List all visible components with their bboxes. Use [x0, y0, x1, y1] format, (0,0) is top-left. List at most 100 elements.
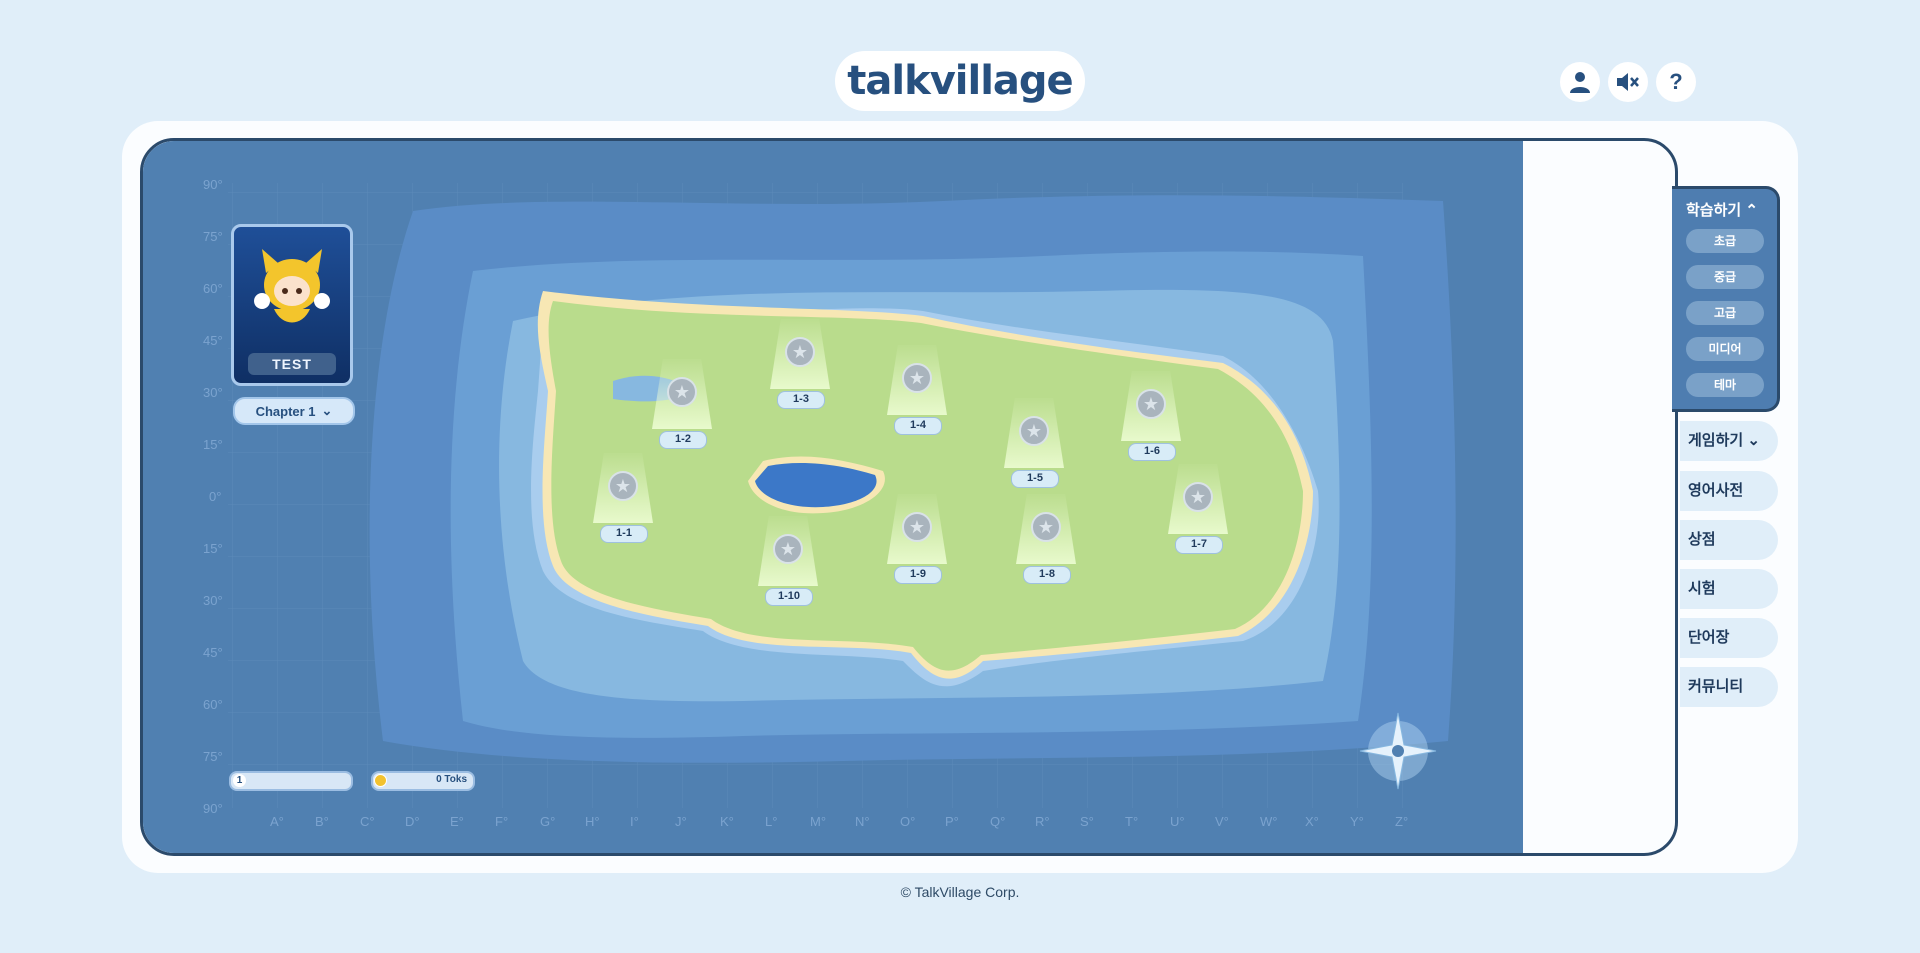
map-frame: 90° 75° 60° 45° 30° 15° 0° 15° 30° 45° 6… — [140, 138, 1678, 856]
menu-item-shop[interactable]: 상점 — [1680, 520, 1778, 560]
stage-marker[interactable]: ★ 1-4 — [887, 345, 947, 435]
stage-marker[interactable]: ★ 1-5 — [1004, 398, 1064, 488]
learn-menu-toggle[interactable]: 학습하기 ⌃ — [1686, 199, 1758, 220]
coin-count: 0 Toks — [436, 774, 467, 785]
stage-marker[interactable]: ★ 1-10 — [758, 516, 818, 606]
stage-marker[interactable]: ★ 1-9 — [887, 494, 947, 584]
star-icon: ★ — [785, 337, 815, 367]
stage-label: 1-9 — [894, 566, 942, 584]
lat-label: 60° — [203, 281, 223, 296]
stage-label: 1-5 — [1011, 470, 1059, 488]
learn-title: 학습하기 — [1686, 202, 1742, 219]
stage-marker[interactable]: ★ 1-7 — [1168, 464, 1228, 554]
chevron-up-icon: ⌃ — [1745, 202, 1758, 219]
world-map: 90° 75° 60° 45° 30° 15° 0° 15° 30° 45° 6… — [143, 141, 1523, 853]
lat-label: 15° — [203, 541, 223, 556]
lon-label: R° — [1035, 814, 1050, 829]
lon-label: K° — [720, 814, 734, 829]
star-icon: ★ — [902, 512, 932, 542]
lat-label: 30° — [203, 385, 223, 400]
lon-label: S° — [1080, 814, 1094, 829]
lon-label: T° — [1125, 814, 1139, 829]
level-bar: 1 — [229, 771, 353, 791]
lon-label: N° — [855, 814, 870, 829]
star-icon: ★ — [667, 377, 697, 407]
chapter-label: Chapter 1 — [255, 403, 316, 419]
lon-label: B° — [315, 814, 329, 829]
learn-item-media[interactable]: 미디어 — [1686, 337, 1764, 361]
lon-label: I° — [630, 814, 639, 829]
stage-label: 1-2 — [659, 431, 707, 449]
help-icon[interactable]: ? — [1656, 62, 1696, 102]
stage-marker[interactable]: ★ 1-1 — [593, 453, 653, 543]
star-icon: ★ — [902, 363, 932, 393]
star-icon: ★ — [773, 534, 803, 564]
lat-label: 45° — [203, 333, 223, 348]
lon-label: M° — [810, 814, 827, 829]
lon-label: Q° — [990, 814, 1006, 829]
user-icon[interactable] — [1560, 62, 1600, 102]
character-card[interactable]: TEST — [231, 224, 353, 386]
stage-label: 1-3 — [777, 391, 825, 409]
game-menu[interactable]: 게임하기 ⌄ — [1680, 421, 1778, 461]
coin-bar: 0 Toks — [371, 771, 475, 791]
lon-label: C° — [360, 814, 375, 829]
lon-label: Y° — [1350, 814, 1364, 829]
card-label: TEST — [248, 353, 336, 375]
level-number: 1 — [233, 774, 246, 787]
lon-label: F° — [495, 814, 509, 829]
stage-label: 1-1 — [600, 525, 648, 543]
lat-label: 30° — [203, 593, 223, 608]
lat-label: 90° — [203, 801, 223, 816]
lon-label: L° — [765, 814, 778, 829]
learn-item-theme[interactable]: 테마 — [1686, 373, 1764, 397]
logo-pill[interactable]: talkvillage — [835, 51, 1085, 111]
stage-label: 1-8 — [1023, 566, 1071, 584]
lon-label: P° — [945, 814, 959, 829]
lon-label: H° — [585, 814, 600, 829]
character-avatar — [254, 249, 330, 323]
lon-label: V° — [1215, 814, 1229, 829]
menu-item-exam[interactable]: 시험 — [1680, 569, 1778, 609]
menu-item-dictionary[interactable]: 영어사전 — [1680, 471, 1778, 511]
lon-label: J° — [675, 814, 687, 829]
stage-marker[interactable]: ★ 1-6 — [1121, 371, 1181, 461]
star-icon: ★ — [1136, 389, 1166, 419]
coin-icon — [374, 774, 387, 787]
copyright: © TalkVillage Corp. — [900, 884, 1020, 900]
lat-label: 75° — [203, 749, 223, 764]
lat-label: 75° — [203, 229, 223, 244]
star-icon: ★ — [1031, 512, 1061, 542]
mute-icon[interactable] — [1608, 62, 1648, 102]
star-icon: ★ — [608, 471, 638, 501]
menu-item-community[interactable]: 커뮤니티 — [1680, 667, 1778, 707]
learn-item-beginner[interactable]: 초급 — [1686, 229, 1764, 253]
stage-label: 1-7 — [1175, 536, 1223, 554]
menu-item-wordbook[interactable]: 단어장 — [1680, 618, 1778, 658]
learn-item-intermediate[interactable]: 중급 — [1686, 265, 1764, 289]
game-label: 게임하기 — [1688, 432, 1744, 449]
star-icon: ★ — [1183, 482, 1213, 512]
chevron-down-icon: ⌄ — [1747, 432, 1760, 449]
learn-menu: 학습하기 ⌃ 초급 중급 고급 미디어 테마 — [1672, 186, 1780, 412]
lon-label: W° — [1260, 814, 1278, 829]
chevron-down-icon: ⌄ — [321, 403, 333, 418]
top-icon-bar: ? — [1560, 62, 1696, 102]
lon-label: X° — [1305, 814, 1319, 829]
lon-label: G° — [540, 814, 556, 829]
stage-marker[interactable]: ★ 1-3 — [770, 319, 830, 409]
stage-label: 1-10 — [765, 588, 813, 606]
lat-label: 0° — [209, 489, 222, 504]
lat-label: 45° — [203, 645, 223, 660]
lon-label: U° — [1170, 814, 1185, 829]
logo: talkvillage — [847, 58, 1073, 104]
lon-label: E° — [450, 814, 464, 829]
learn-item-advanced[interactable]: 고급 — [1686, 301, 1764, 325]
chapter-select[interactable]: Chapter 1 ⌄ — [233, 397, 355, 425]
lon-label: O° — [900, 814, 916, 829]
lon-label: Z° — [1395, 814, 1409, 829]
lat-label: 90° — [203, 177, 223, 192]
lat-label: 15° — [203, 437, 223, 452]
stage-marker[interactable]: ★ 1-8 — [1016, 494, 1076, 584]
stage-marker[interactable]: ★ 1-2 — [652, 359, 712, 449]
